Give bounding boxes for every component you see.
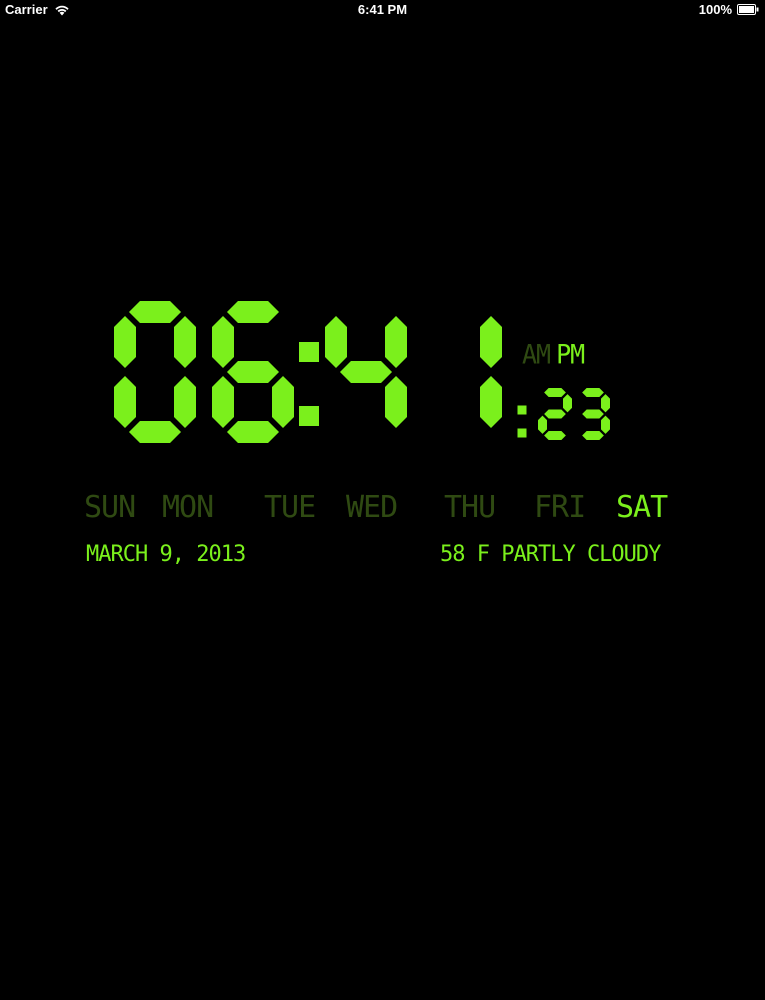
weekday-mon: MON: [162, 490, 214, 525]
digit-segment: [576, 394, 585, 412]
digit-segment: [544, 431, 566, 440]
digit-segment: [480, 375, 502, 429]
am-label: AM: [522, 339, 551, 370]
digit-segment: [340, 301, 392, 323]
digit-segment: [544, 409, 566, 419]
digit-segment: [544, 388, 566, 397]
hour-tens-digit: [114, 301, 196, 443]
digit-segment: [480, 315, 502, 369]
status-bar: Carrier 6:41 PM 100%: [0, 0, 765, 20]
time-colon: [299, 342, 319, 362]
pm-label: PM: [556, 339, 585, 370]
weekday-row: SUN MON TUE WED THU FRI SAT: [84, 490, 704, 526]
digit-segment: [420, 376, 442, 428]
digit-segment: [563, 394, 572, 413]
status-time: 6:41 PM: [357, 2, 408, 17]
digit-segment: [538, 394, 547, 412]
digit-segment: [538, 415, 547, 434]
hour-ones-digit: [212, 301, 294, 443]
digit-segment: [601, 394, 610, 413]
weather-label: 58 F PARTLY CLOUDY: [440, 542, 661, 567]
digit-segment: [114, 315, 136, 369]
digit-segment: [576, 416, 585, 434]
digit-segment: [385, 315, 407, 369]
digit-segment: [420, 316, 442, 368]
battery-percent: 100%: [698, 2, 732, 17]
second-ones-digit: [576, 388, 610, 440]
weekday-thu: THU: [444, 490, 496, 525]
time-colon: [299, 406, 319, 426]
digit-segment: [435, 301, 487, 323]
status-right: 100%: [699, 2, 759, 17]
digit-segment: [212, 315, 234, 369]
digit-segment: [226, 421, 280, 443]
minute-tens-digit: [325, 301, 407, 443]
digit-segment: [325, 376, 347, 428]
digit-segment: [212, 375, 234, 429]
digit-segment: [435, 361, 487, 383]
weekday-wed: WED: [346, 490, 398, 525]
weekday-sun: SUN: [84, 490, 136, 525]
am-pm-indicator: AM PM: [522, 339, 585, 370]
clock-time-display: [114, 301, 502, 443]
digit-segment: [339, 361, 393, 383]
digit-segment: [435, 421, 487, 443]
digit-segment: [340, 421, 392, 443]
digit-segment: [226, 361, 280, 383]
clock-seconds-display: [517, 388, 610, 440]
digit-segment: [174, 315, 196, 369]
battery-icon: [737, 4, 759, 15]
digit-segment: [385, 375, 407, 429]
digit-segment: [128, 421, 182, 443]
digit-segment: [582, 409, 604, 419]
digit-segment: [114, 375, 136, 429]
digit-segment: [601, 415, 610, 434]
date-label: MARCH 9, 2013: [86, 542, 246, 567]
digit-segment: [272, 375, 294, 429]
digit-segment: [272, 316, 294, 368]
minute-ones-digit: [420, 301, 502, 443]
digit-segment: [325, 315, 347, 369]
digit-segment: [128, 301, 182, 323]
digit-segment: [563, 416, 572, 434]
digit-segment: [174, 375, 196, 429]
seconds-colon: [517, 405, 527, 415]
weekday-tue: TUE: [264, 490, 316, 525]
digit-segment: [129, 361, 181, 383]
weekday-fri: FRI: [534, 490, 586, 525]
weekday-sat: SAT: [616, 490, 668, 525]
digit-segment: [582, 431, 604, 440]
digit-segment: [226, 301, 280, 323]
second-tens-digit: [538, 388, 572, 440]
digit-segment: [582, 388, 604, 397]
seconds-colon: [517, 428, 527, 438]
